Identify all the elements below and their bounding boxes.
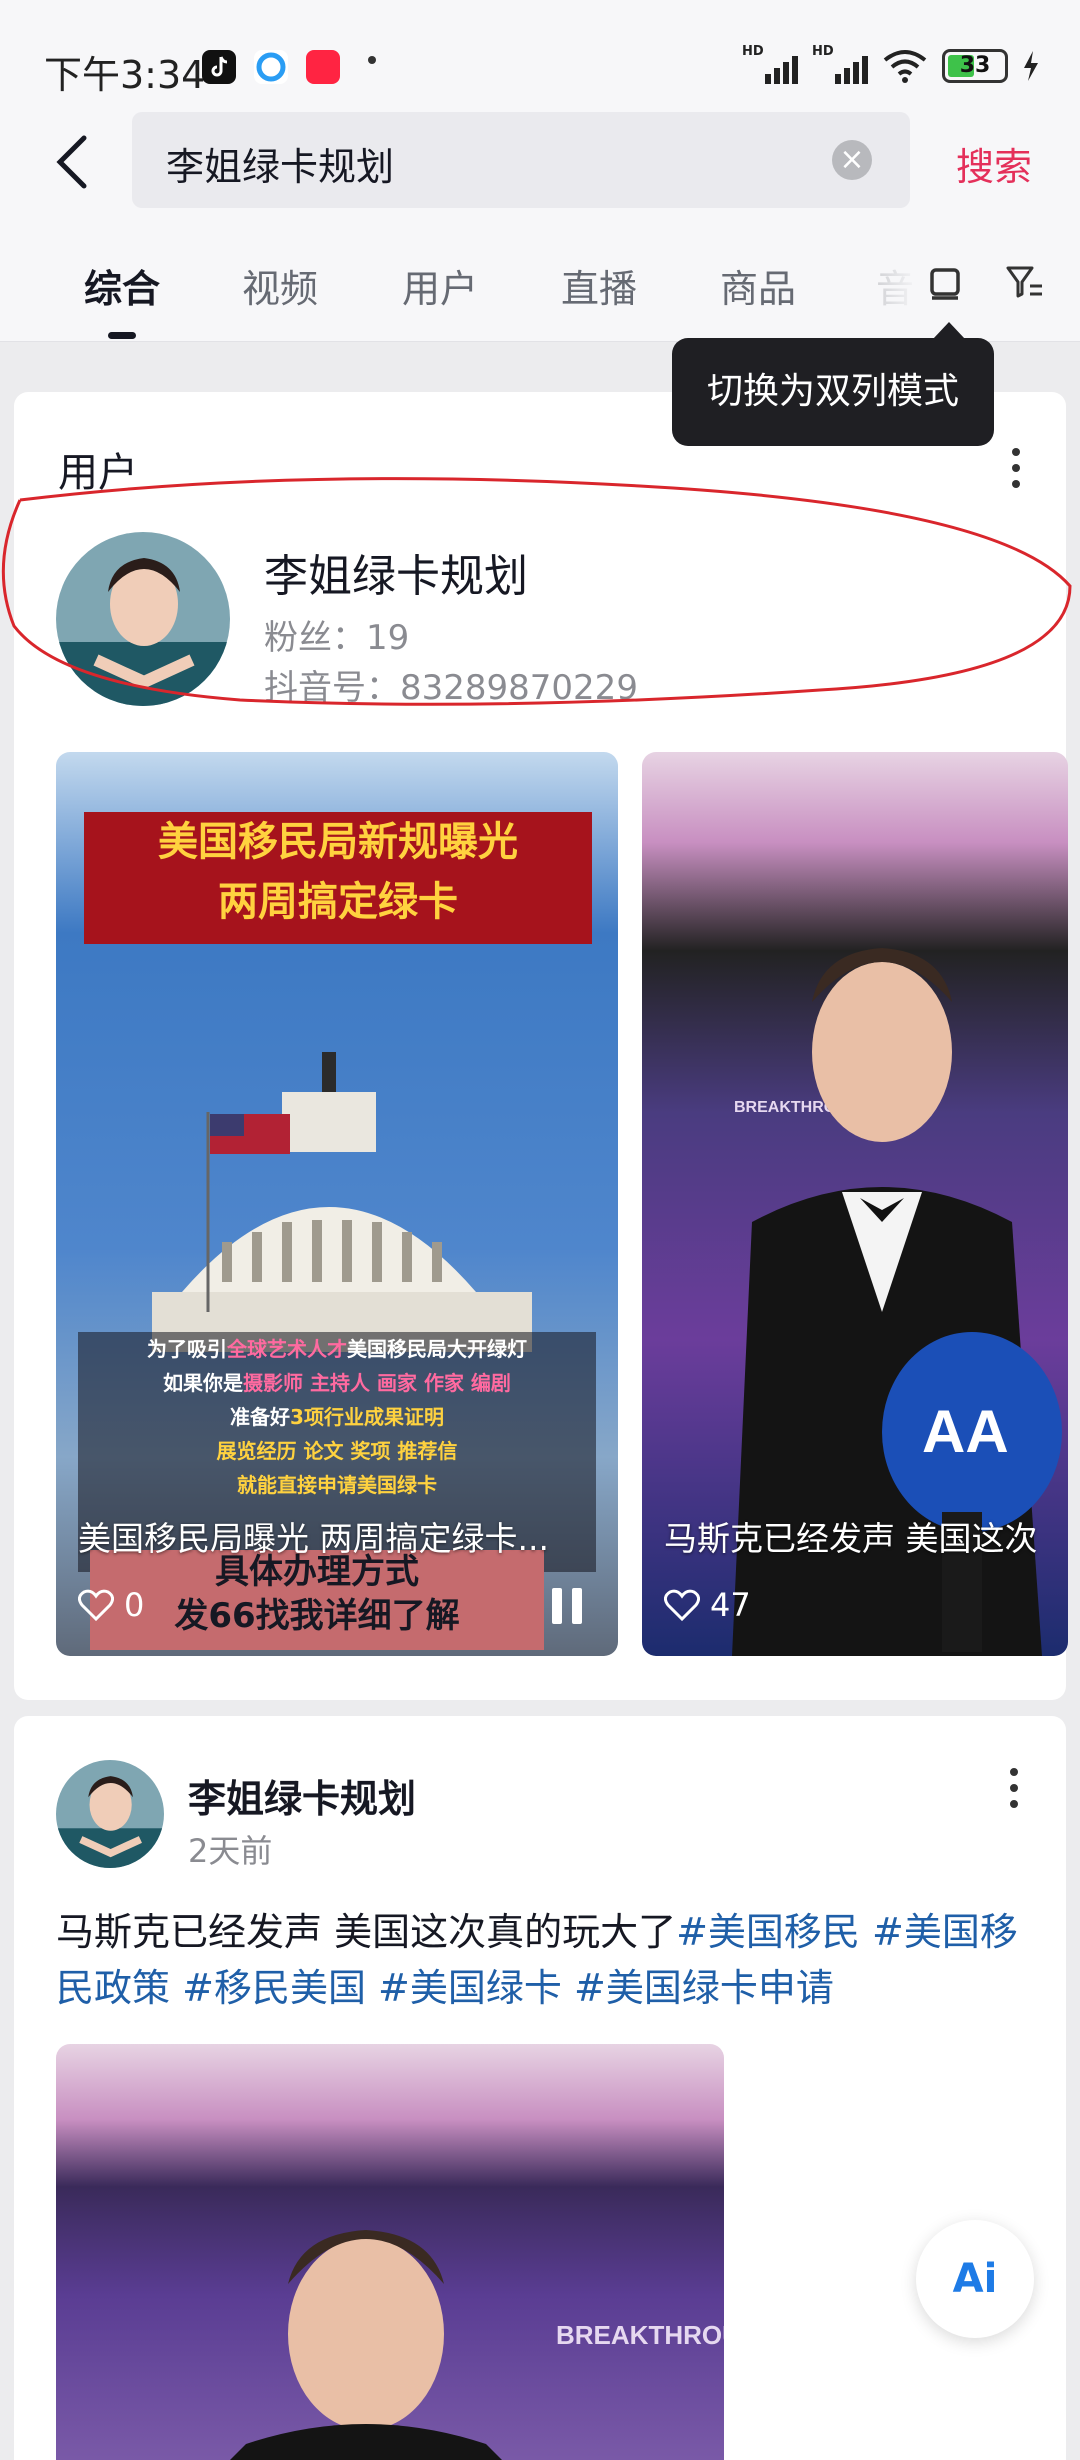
signal-2-icon: HD	[812, 44, 868, 84]
capitol-dome-image	[152, 1052, 532, 1352]
section-title-users: 用户	[58, 450, 138, 496]
search-button[interactable]: 搜索	[956, 136, 1032, 191]
video-banner: 美国移民局新规曝光 两周搞定绿卡	[84, 812, 592, 944]
status-time: 下午3:34	[44, 53, 206, 97]
video-card-2[interactable]: BREAKTHROUGH PRIZE AA 马斯克已经发声 美国这次 47	[642, 752, 1068, 1656]
post-more-icon[interactable]	[1004, 1766, 1024, 1810]
tooltip-arrow	[933, 322, 965, 339]
video-card-1[interactable]: 美国移民局新规曝光 两周搞定绿卡 为了吸引全球艺术人才美国移民局大开绿灯 如果你…	[56, 752, 618, 1656]
filter-icon[interactable]	[1004, 262, 1044, 302]
heart-icon	[78, 1589, 114, 1621]
layout-switch-icon[interactable]	[926, 262, 964, 302]
search-query[interactable]: 李姐绿卡规划	[166, 136, 394, 191]
user-avatar[interactable]	[56, 532, 230, 706]
hashtag[interactable]: #美国移民	[676, 1910, 860, 1954]
post-caption: 马斯克已经发声 美国这次真的玩大了#美国移民 #美国移民政策 #移民美国 #美国…	[56, 1904, 1026, 2016]
tab-active-indicator	[108, 332, 136, 339]
tab-comprehensive[interactable]: 综合	[84, 258, 160, 313]
clear-icon[interactable]: ×	[832, 140, 872, 180]
user-douyin-id: 抖音号：83289870229	[264, 668, 638, 708]
xiaohongshu-app-icon	[306, 50, 340, 84]
search-input[interactable]: 李姐绿卡规划 ×	[132, 112, 910, 208]
back-arrow-icon[interactable]	[52, 134, 92, 190]
like-count: 0	[124, 1586, 145, 1624]
post-video-thumbnail[interactable]: BREAKTHROUGH PRIZE	[56, 2044, 724, 2460]
browser-app-icon	[254, 50, 288, 84]
post-timestamp: 2天前	[188, 1832, 273, 1870]
video-cta-box: 具体办理方式 发66找我详细了解	[90, 1550, 544, 1650]
signal-1-icon: HD	[742, 44, 798, 84]
layout-tooltip: 切换为双列模式	[672, 338, 994, 446]
battery-level: 33	[959, 53, 991, 78]
tab-live[interactable]: 直播	[561, 258, 637, 313]
user-follower-count: 粉丝：19	[264, 618, 410, 658]
post-author-name[interactable]: 李姐绿卡规划	[188, 1768, 416, 1823]
hashtag[interactable]: #美国绿卡	[378, 1966, 562, 2010]
tab-products[interactable]: 商品	[720, 258, 796, 313]
microphone-logo: AA	[922, 1398, 1009, 1465]
like-count: 47	[710, 1586, 751, 1624]
banner-line-2: 两周搞定绿卡	[218, 879, 458, 925]
tab-bar: 综合 视频 用户 直播 商品 音	[0, 220, 1080, 342]
post-text: 马斯克已经发声 美国这次真的玩大了	[56, 1910, 677, 1954]
wifi-icon	[883, 50, 927, 83]
hashtag[interactable]: #移民美国	[182, 1966, 366, 2010]
heart-icon	[664, 1589, 700, 1621]
tiktok-app-icon	[202, 50, 236, 84]
tab-videos[interactable]: 视频	[242, 258, 318, 313]
svg-text:BREAKTHROUGH PRIZE: BREAKTHROUGH PRIZE	[556, 2320, 724, 2350]
ai-assistant-button[interactable]: Ai	[916, 2220, 1034, 2338]
charging-icon	[1024, 51, 1038, 81]
notification-dot-icon	[368, 56, 376, 64]
search-header: 李姐绿卡规划 × 搜索	[0, 100, 1080, 220]
video-likes: 0	[78, 1586, 144, 1624]
tab-fade	[860, 250, 920, 314]
video-likes: 47	[664, 1586, 751, 1624]
post-author-avatar[interactable]	[56, 1760, 164, 1868]
pause-icon[interactable]	[552, 1588, 592, 1628]
tab-users[interactable]: 用户	[402, 258, 478, 313]
more-options-icon[interactable]	[1006, 446, 1026, 490]
hashtag[interactable]: #美国绿卡申请	[574, 1966, 834, 2010]
battery-icon: 33	[942, 49, 1008, 83]
user-name[interactable]: 李姐绿卡规划	[264, 540, 528, 604]
cta-line-2: 发66找我详细了解	[174, 1596, 460, 1636]
video-title: 马斯克已经发声 美国这次	[664, 1519, 1038, 1558]
video-title: 美国移民局曝光 两周搞定绿卡...	[78, 1519, 549, 1558]
banner-line-1: 美国移民局新规曝光	[158, 819, 518, 865]
